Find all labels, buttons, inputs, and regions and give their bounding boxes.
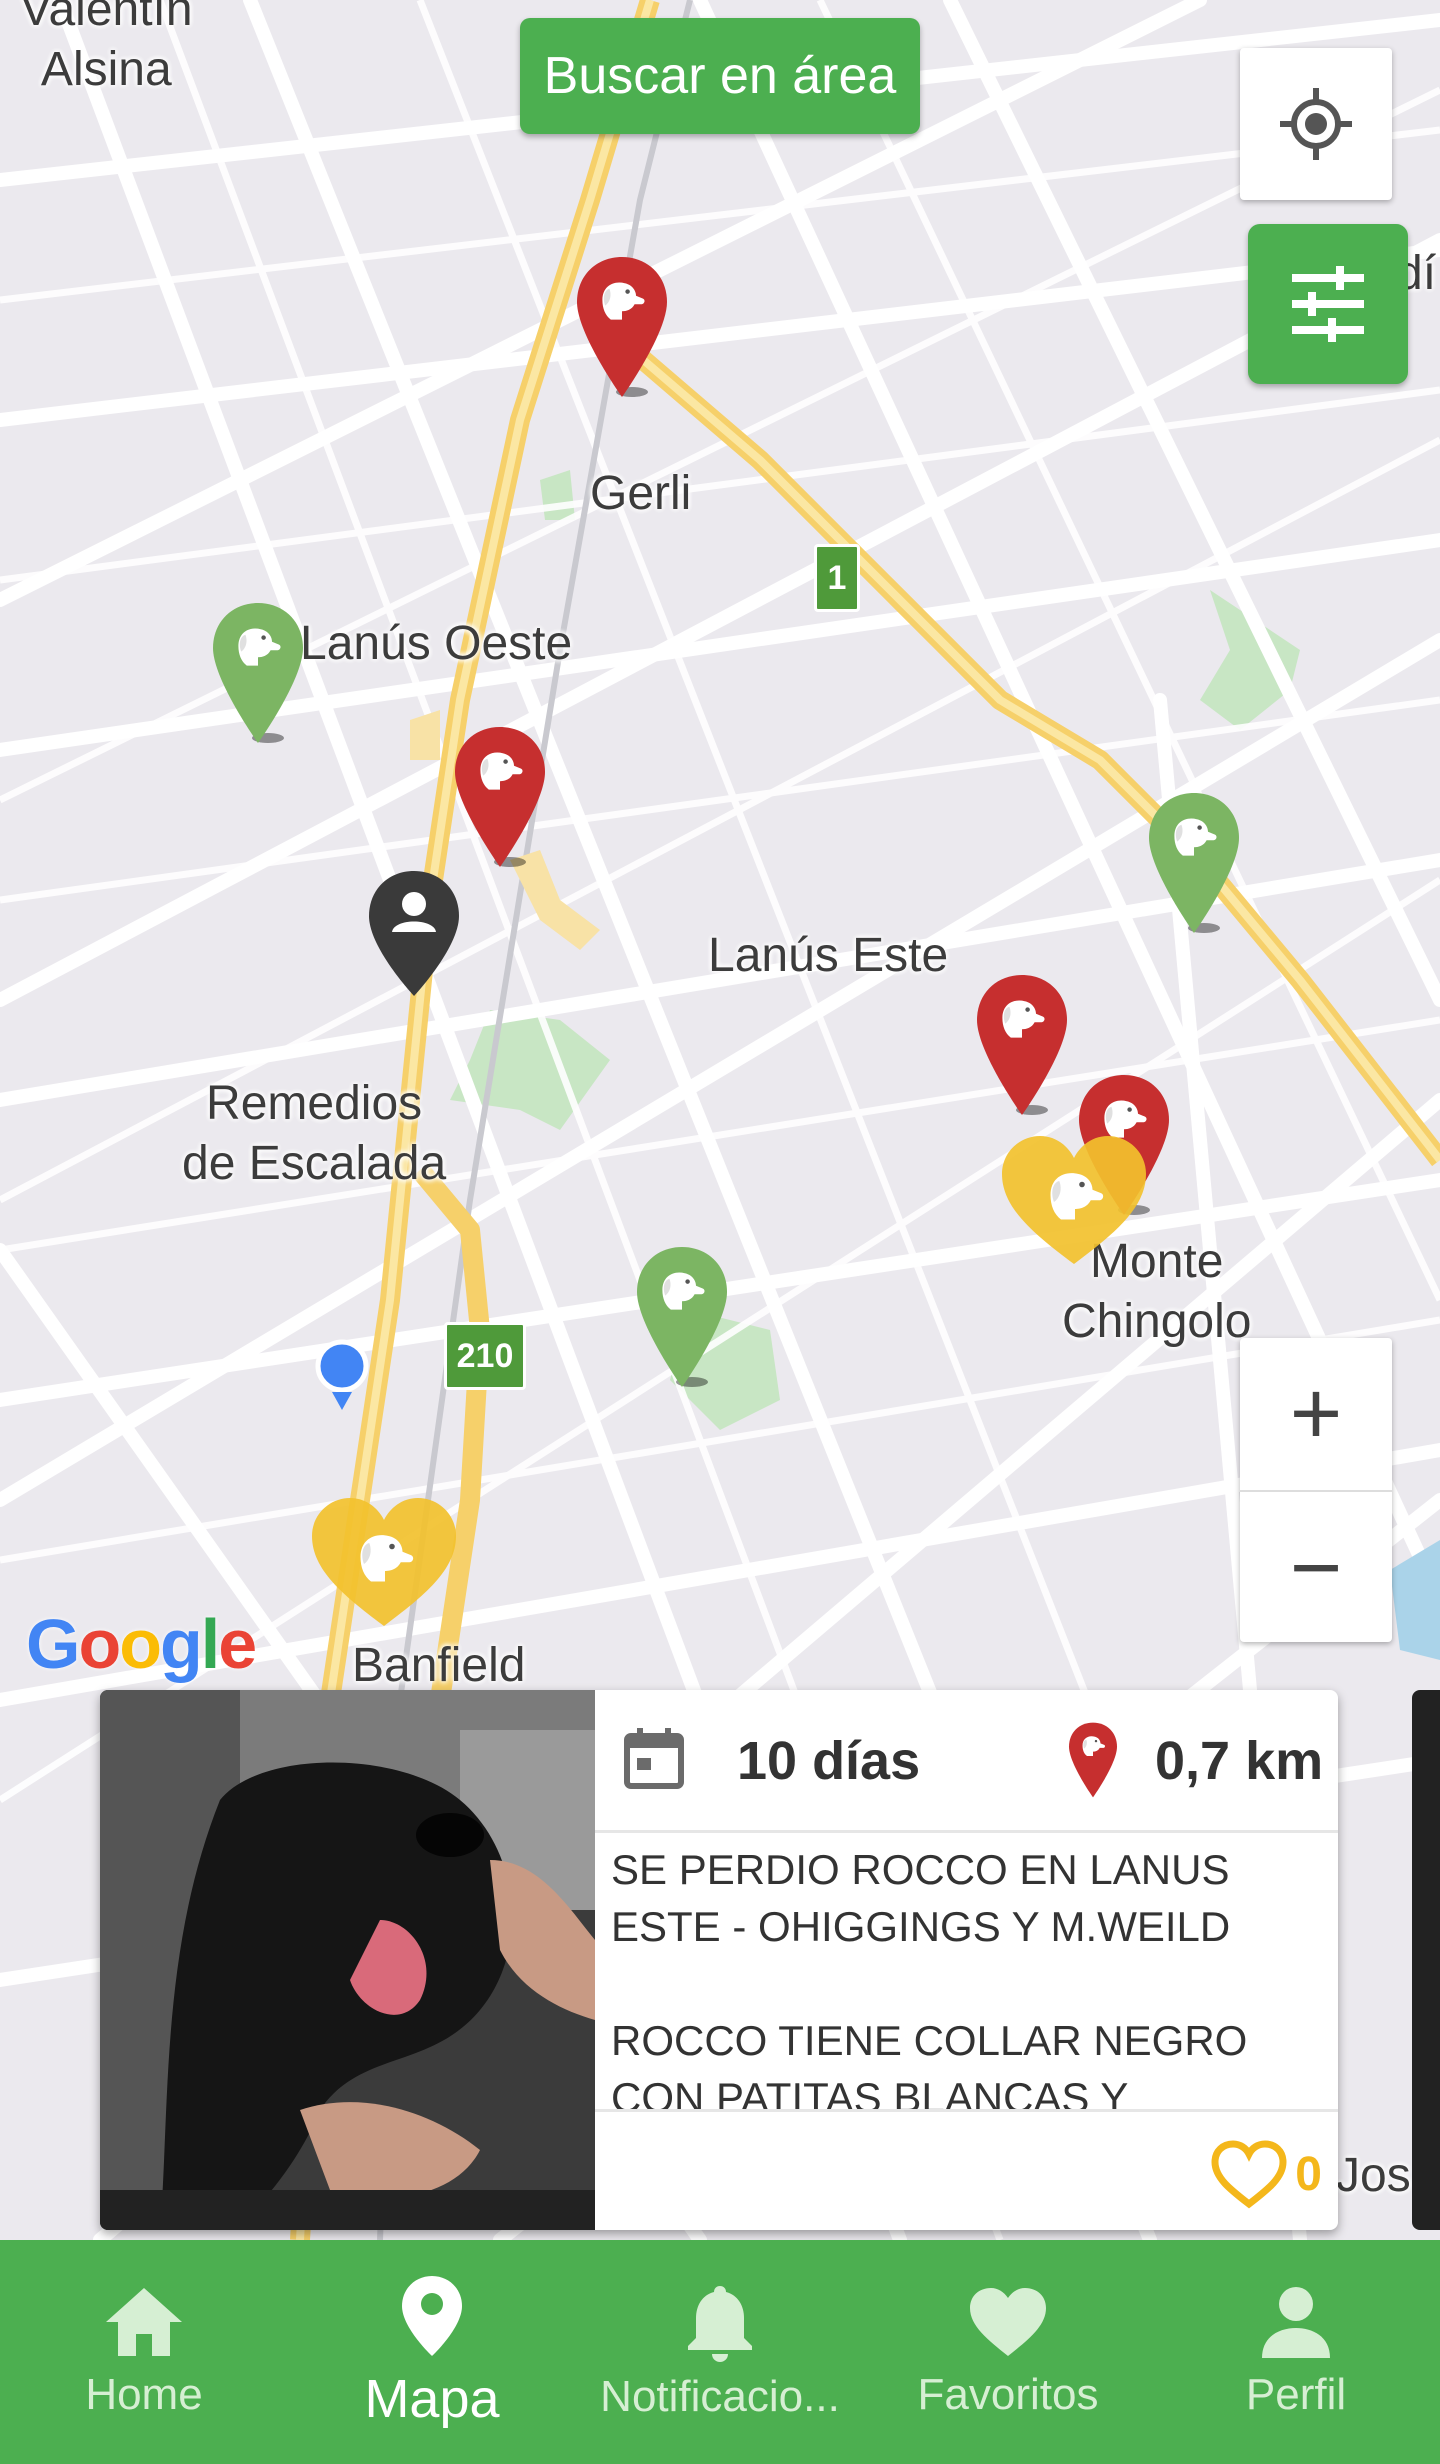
pet-meta-row: 10 días 0,7 km bbox=[595, 1690, 1338, 1833]
place-label-lanus-este: Lanús Este bbox=[708, 929, 949, 982]
filter-button[interactable] bbox=[1248, 224, 1408, 384]
sliders-icon bbox=[1292, 266, 1364, 342]
bell-icon bbox=[688, 2286, 752, 2362]
place-label-remedios-de-escalada: Remedios de Escalada bbox=[182, 1077, 447, 1190]
days-since-text: 10 días bbox=[737, 1731, 921, 1791]
next-card-peek[interactable] bbox=[1412, 1690, 1440, 2230]
heart-icon bbox=[970, 2288, 1046, 2356]
pet-card[interactable]: 10 días 0,7 km SE PERDIO ROCCO EN LANUS … bbox=[100, 1690, 1338, 2230]
nav-home[interactable]: Home bbox=[0, 2240, 288, 2464]
nav-map[interactable]: Mapa bbox=[288, 2240, 576, 2464]
found-pet-marker[interactable] bbox=[1144, 788, 1244, 938]
home-icon bbox=[106, 2288, 182, 2356]
route-shield-1: 1 bbox=[814, 544, 860, 612]
lost-pet-marker[interactable] bbox=[450, 722, 550, 872]
crosshair-icon bbox=[1280, 88, 1352, 160]
lost-location-pin-icon bbox=[1069, 1722, 1117, 1798]
pet-description: SE PERDIO ROCCO EN LANUS ESTE - OHIGGING… bbox=[595, 1833, 1338, 2112]
like-button[interactable]: 0 bbox=[1209, 2138, 1322, 2210]
nav-profile[interactable]: Perfil bbox=[1152, 2240, 1440, 2464]
route-shield-210: 210 bbox=[444, 1322, 526, 1390]
pet-photo bbox=[100, 1690, 595, 2230]
nav-profile-label: Perfil bbox=[1245, 2370, 1347, 2419]
nav-favorites[interactable]: Favoritos bbox=[864, 2240, 1152, 2464]
place-label-lanus-oeste: Lanús Oeste bbox=[300, 617, 573, 670]
distance-text: 0,7 km bbox=[1155, 1731, 1324, 1791]
found-pet-marker[interactable] bbox=[632, 1242, 732, 1392]
nav-favorites-label: Favoritos bbox=[917, 2370, 1099, 2419]
current-location-dot bbox=[315, 1339, 369, 1410]
lost-pet-marker[interactable] bbox=[572, 252, 672, 402]
nav-map-label: Mapa bbox=[364, 2369, 500, 2429]
user-location-marker[interactable] bbox=[364, 866, 464, 1016]
adoption-heart-marker[interactable] bbox=[994, 1124, 1154, 1274]
lost-pet-marker[interactable] bbox=[972, 970, 1072, 1120]
zoom-in-button[interactable]: + bbox=[1240, 1338, 1392, 1492]
pet-info: 10 días 0,7 km SE PERDIO ROCCO EN LANUS … bbox=[595, 1690, 1338, 2230]
nav-notifications[interactable]: Notificacio... bbox=[576, 2240, 864, 2464]
place-label-banfield: Banfield bbox=[352, 1639, 526, 1692]
google-logo: Google bbox=[26, 1605, 257, 1683]
like-count: 0 bbox=[1295, 2147, 1322, 2201]
search-area-button[interactable]: Buscar en área bbox=[520, 18, 920, 134]
adoption-heart-marker[interactable] bbox=[304, 1486, 464, 1636]
found-pet-marker[interactable] bbox=[208, 598, 308, 748]
calendar-icon bbox=[624, 1728, 684, 1789]
zoom-out-button[interactable]: − bbox=[1240, 1492, 1392, 1644]
place-label-valentin-alsina: Valentín Alsina bbox=[20, 0, 193, 96]
zoom-controls: + − bbox=[1240, 1338, 1392, 1642]
person-icon bbox=[1262, 2287, 1330, 2358]
nav-notifications-label: Notificacio... bbox=[600, 2372, 840, 2421]
bottom-nav: Home Mapa Notificacio... Favoritos Perfi… bbox=[0, 2240, 1440, 2464]
nav-home-label: Home bbox=[85, 2370, 203, 2419]
map-pin-icon bbox=[402, 2276, 462, 2356]
my-location-button[interactable] bbox=[1240, 48, 1392, 200]
place-label-gerli: Gerli bbox=[590, 467, 692, 520]
heart-outline-icon bbox=[1211, 2140, 1287, 2209]
place-label-edge-bottom: Jos bbox=[1336, 2149, 1411, 2202]
